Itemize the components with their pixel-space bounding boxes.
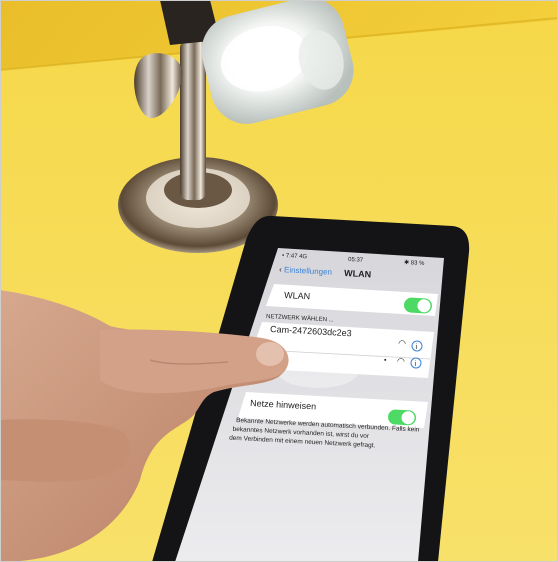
- screen-glare: [278, 356, 358, 388]
- wlan-toggle[interactable]: [403, 297, 433, 314]
- wifi-icon: ◠: [398, 338, 407, 348]
- wlan-label: WLAN: [284, 290, 311, 301]
- fingernail: [256, 342, 284, 366]
- ask-join-toggle[interactable]: [388, 409, 417, 426]
- status-battery: ✱ 83 %: [404, 259, 425, 267]
- photo-scene: • 7:47 4G 05:37 ✱ 83 % ‹ Einstellungen W…: [0, 0, 558, 562]
- wifi-icon: ◠: [397, 356, 405, 366]
- status-time: 05:37: [348, 257, 364, 264]
- middle-finger: [0, 419, 131, 482]
- nav-title: WLAN: [344, 268, 371, 279]
- lamp-stem: [180, 40, 206, 200]
